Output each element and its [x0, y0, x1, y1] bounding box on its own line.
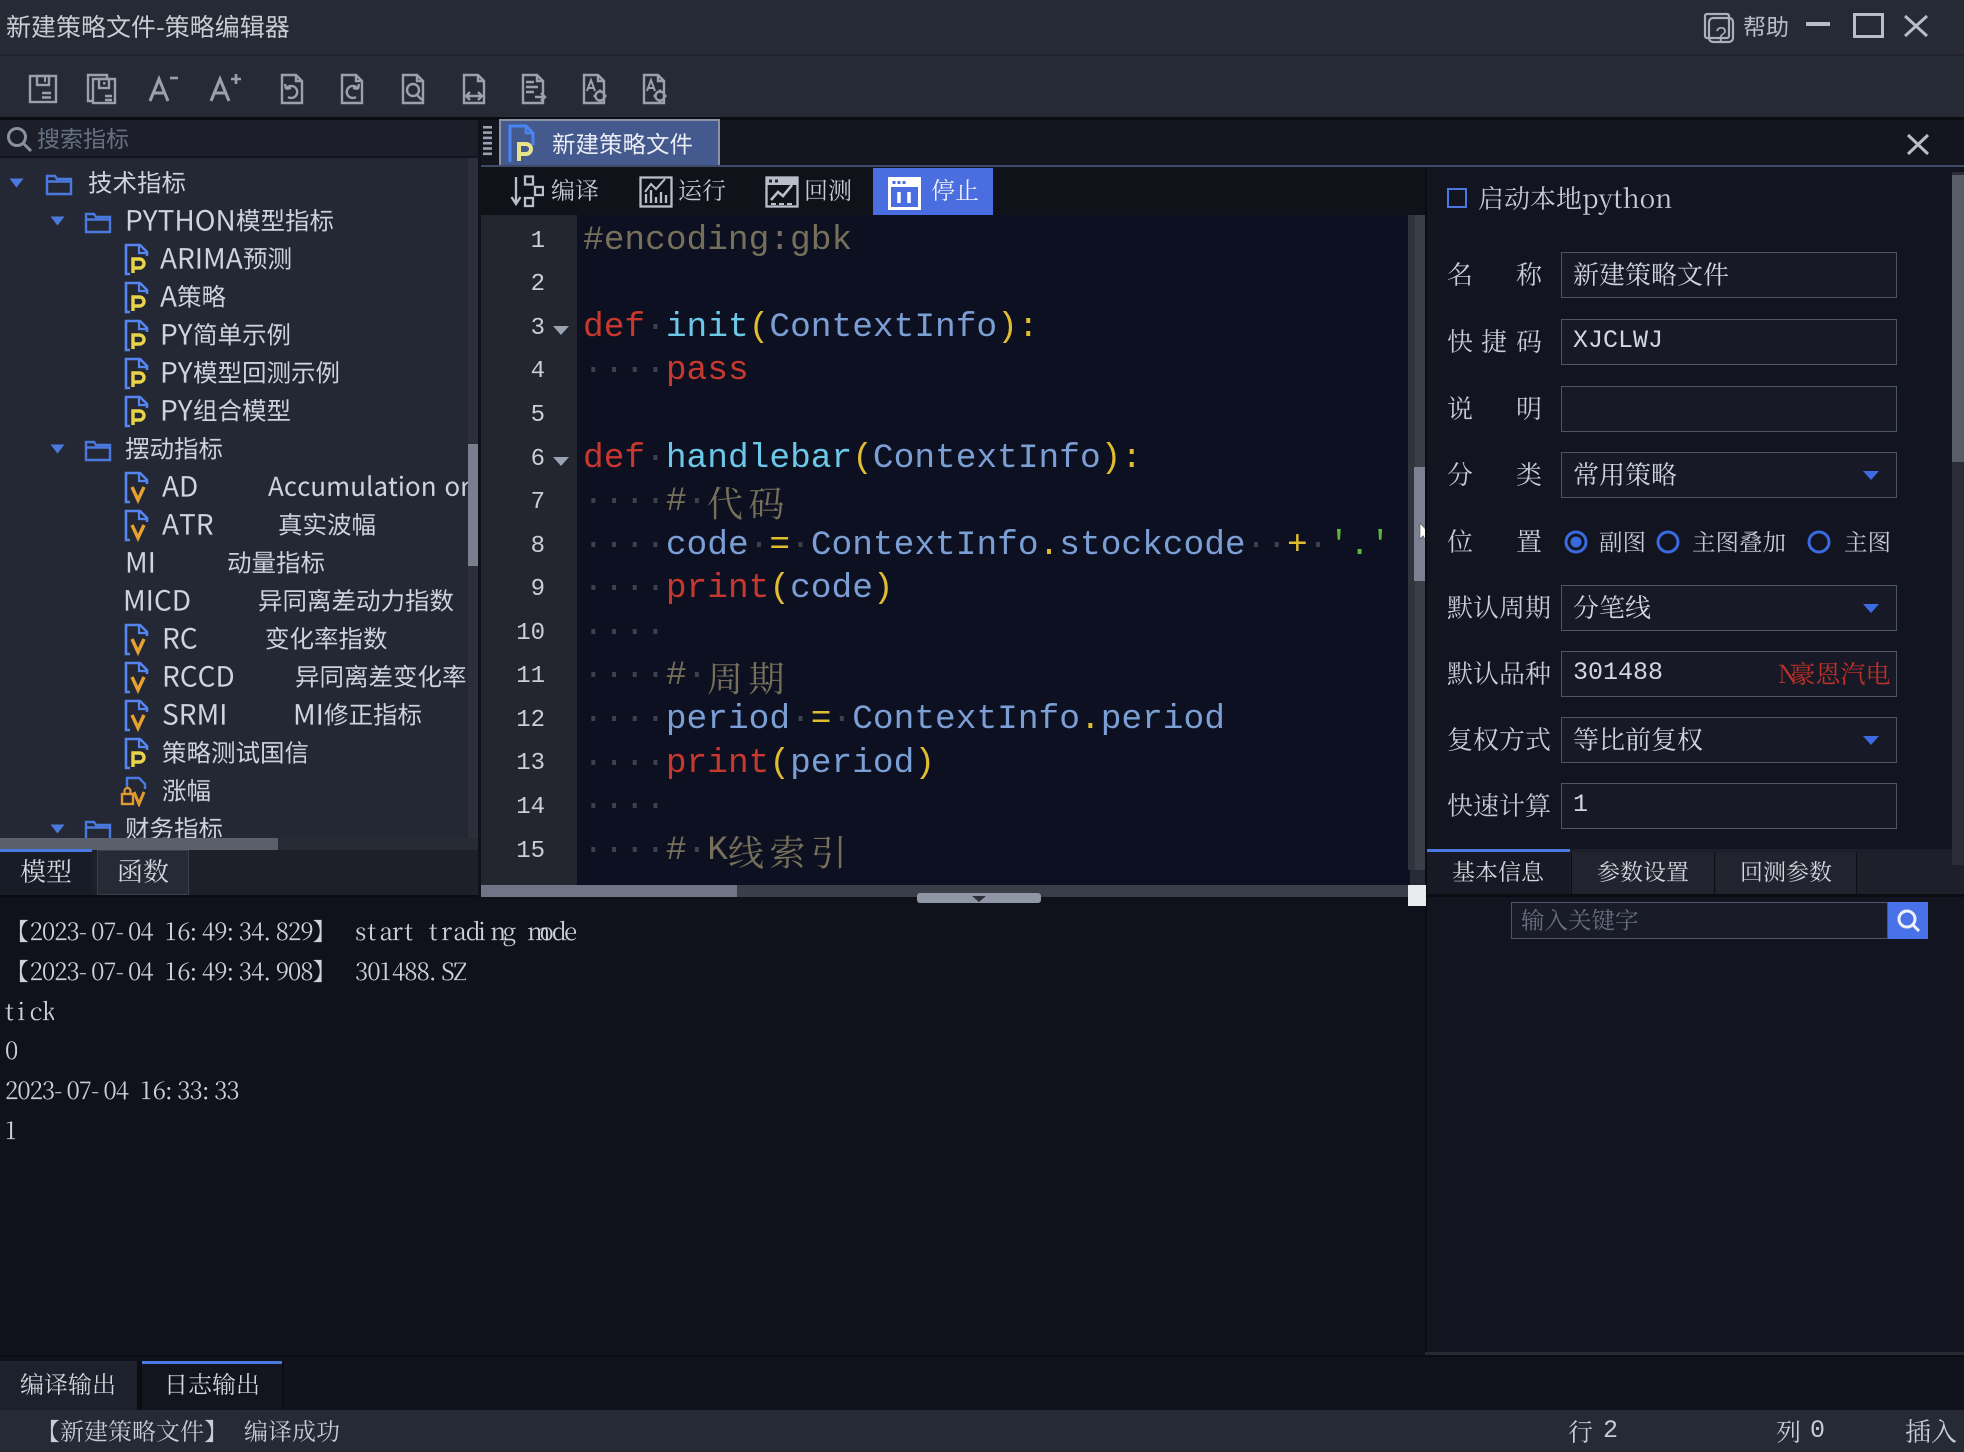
svg-text:?: ?: [1715, 24, 1726, 46]
